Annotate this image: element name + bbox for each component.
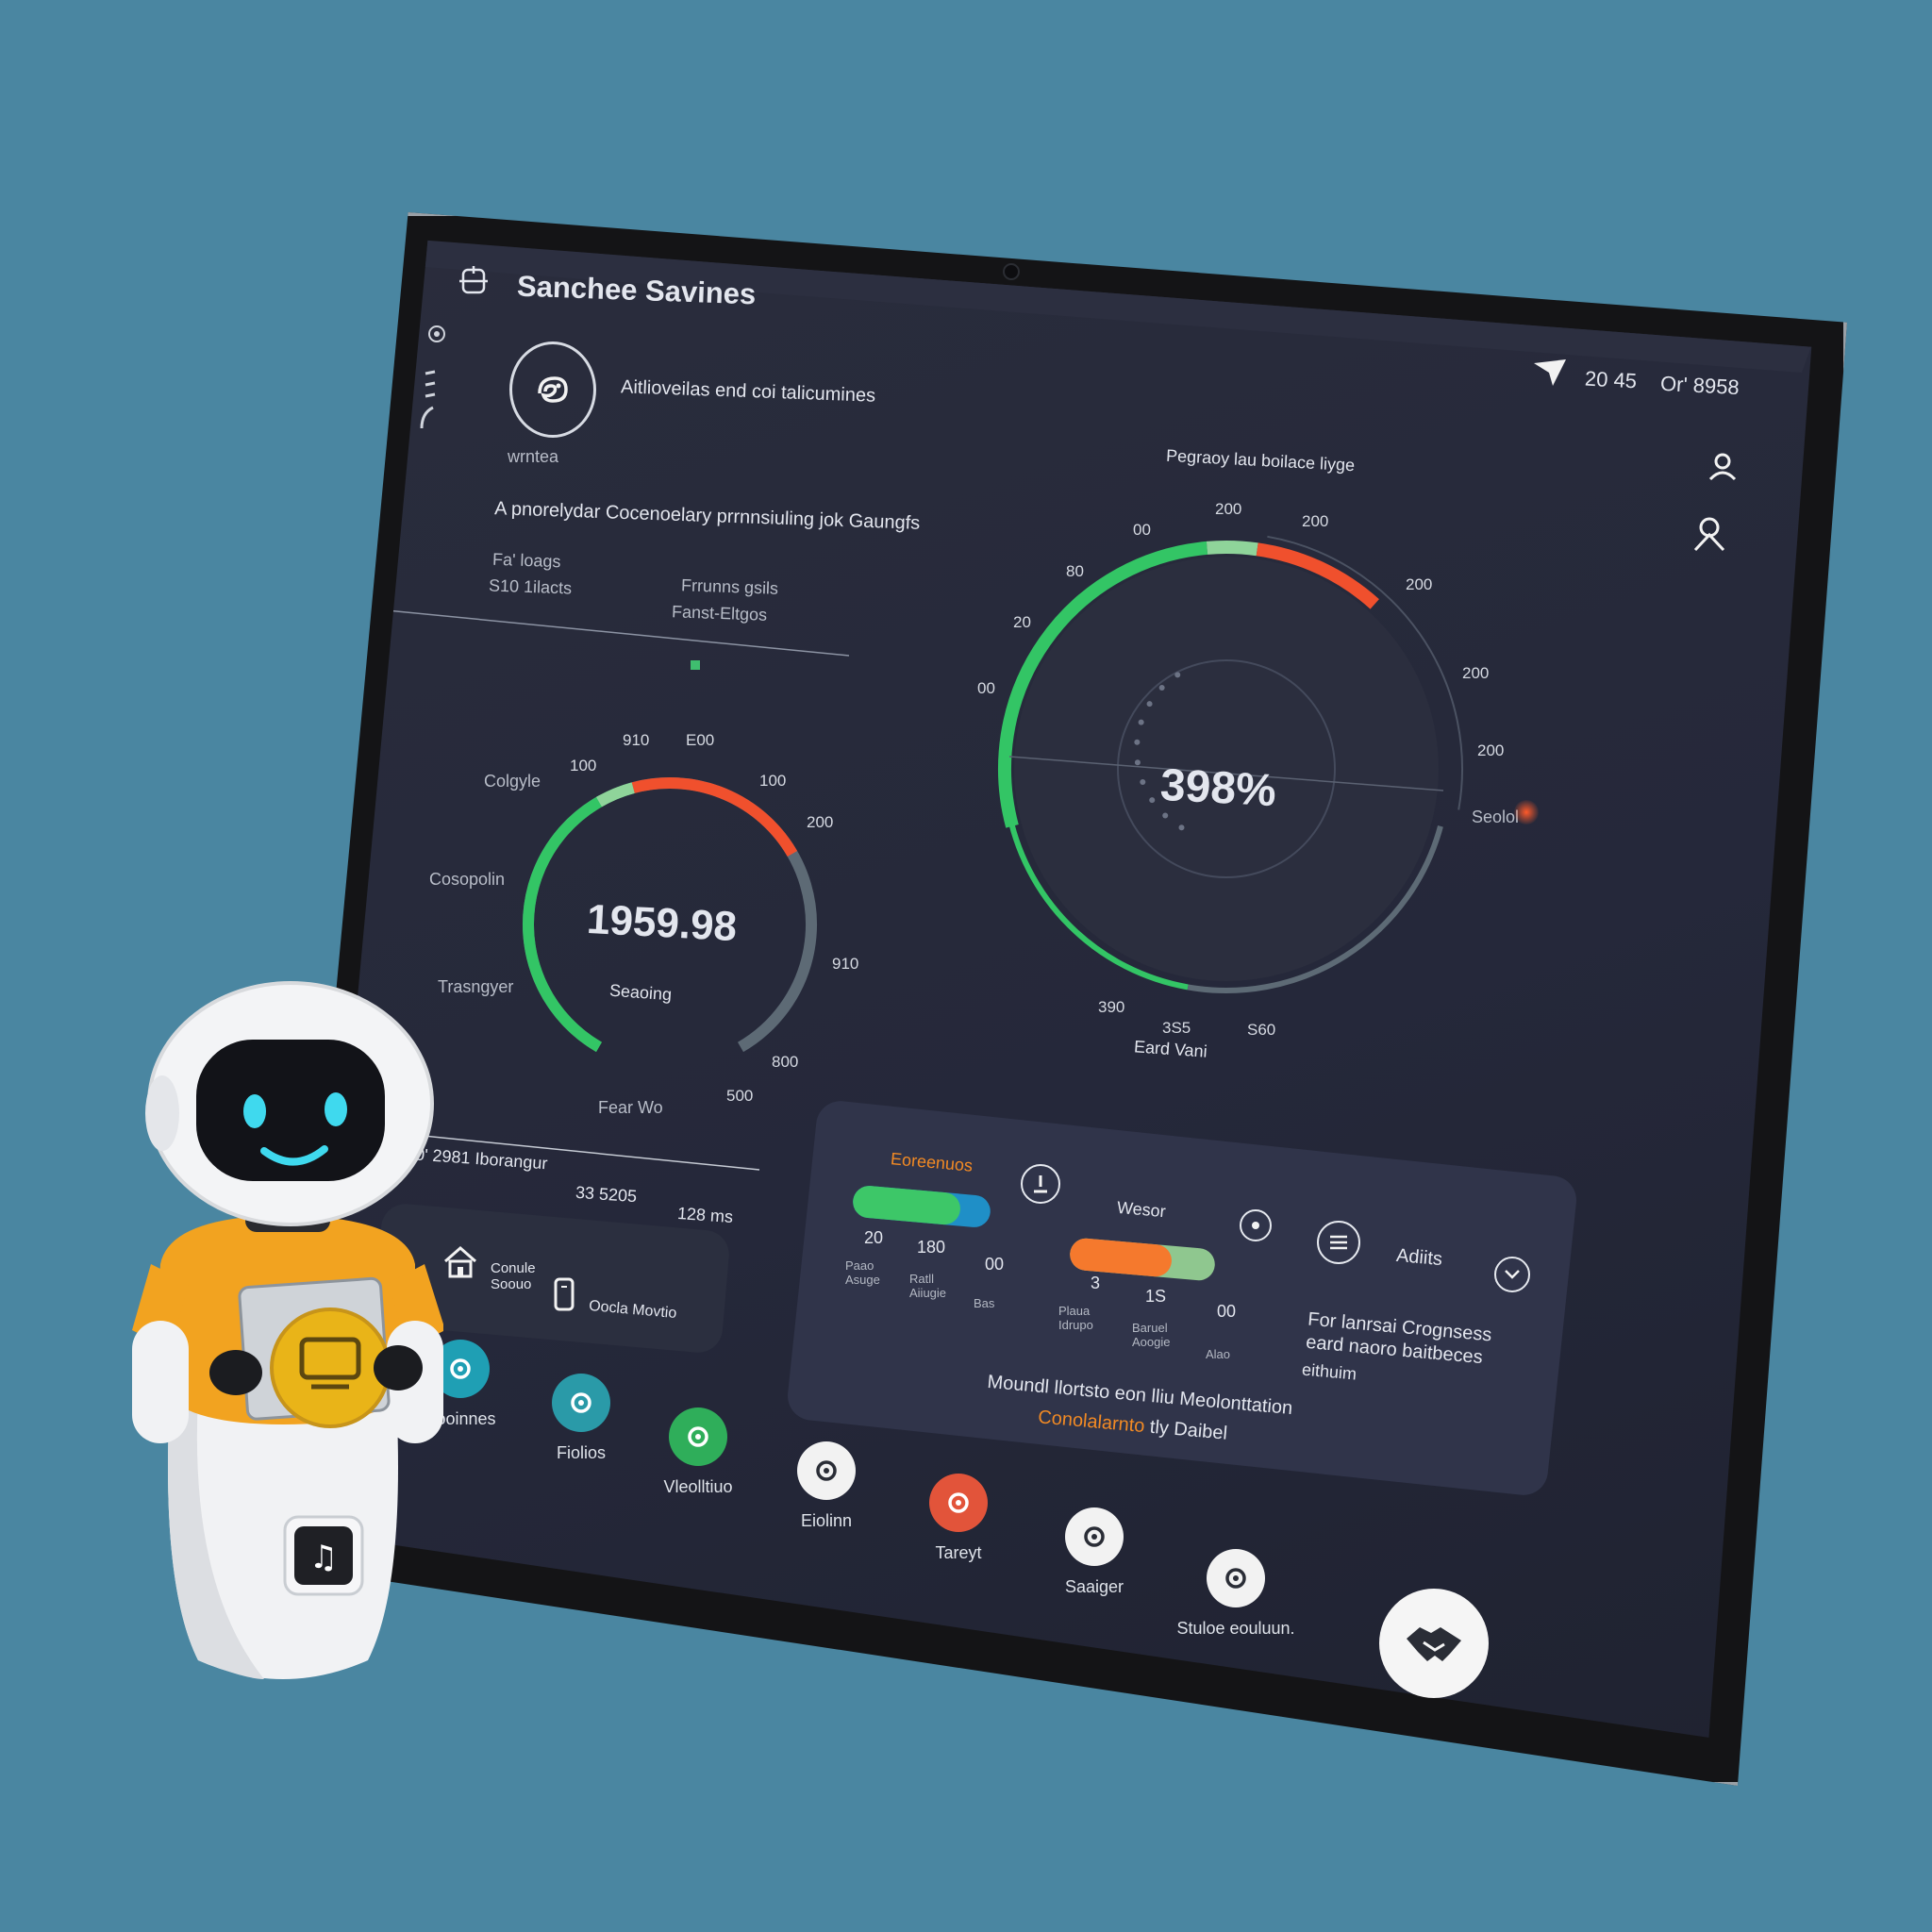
home-icon[interactable]: [441, 1243, 479, 1281]
progress-gauge-dot: [1134, 759, 1141, 766]
handshake-icon: [1407, 1627, 1461, 1661]
gauge-tick: 200: [1302, 512, 1329, 530]
gauge-tick: 910: [623, 731, 650, 749]
phone-icon[interactable]: [551, 1275, 577, 1313]
gauge-tick: 80: [1066, 562, 1084, 580]
gauge-axis-label: Fear Wo: [598, 1098, 663, 1117]
bar1-label: Bas: [974, 1296, 995, 1310]
avatar-label: wrntea: [508, 447, 559, 466]
gauge-axis-label: Trasngyer: [438, 977, 514, 996]
download-icon[interactable]: [1021, 1164, 1060, 1204]
status-indicator-dot: [691, 660, 700, 670]
bar2-number: 00: [1217, 1302, 1237, 1321]
summary-row2-right: Fanst-Eltgos: [671, 602, 768, 625]
progress-gauge-dot: [1162, 812, 1169, 819]
bar1-number: 20: [864, 1228, 884, 1247]
progress-gauge-light-segment: [1206, 541, 1258, 557]
gauge-tick: 200: [1215, 500, 1242, 518]
gauge-tick: 390: [1098, 998, 1125, 1016]
refresh-arrow-icon: [1207, 1549, 1265, 1607]
card-right-value: 128 ms: [676, 1203, 734, 1227]
chevron-down-icon[interactable]: [1494, 1257, 1530, 1292]
dock-item-7[interactable]: Stuloe eouluun.: [1141, 1549, 1330, 1639]
savings-gauge-sublabel: Seaoing: [608, 980, 673, 1005]
gauge-axis-label: Colgyle: [484, 772, 541, 791]
gauge-tick: 800: [772, 1053, 799, 1071]
progress-gauge-dot: [1174, 672, 1181, 678]
dock-item-label: Stuloe eouluun.: [1176, 1619, 1295, 1638]
progress-gauge-dot: [1140, 779, 1146, 786]
gear-icon: [1065, 1507, 1124, 1566]
gauge-axis-label: Cosopolin: [429, 870, 506, 889]
account-icon[interactable]: [1690, 515, 1728, 553]
gauge-tick: 200: [1406, 575, 1433, 593]
front-camera: [1003, 263, 1020, 280]
metrics-mid-title: Wesor: [1116, 1197, 1167, 1222]
robot-mascot: ♫: [132, 981, 445, 1698]
user-profile-icon[interactable]: [1706, 449, 1740, 483]
gauge-tick: 100: [759, 772, 787, 790]
handshake-button[interactable]: [1379, 1589, 1489, 1698]
savings-gauge-value: 1959.98: [585, 895, 739, 951]
info-icon[interactable]: [426, 324, 447, 344]
savings-gauge-light-segment: [596, 782, 635, 808]
progress-gauge-side-label: Seolol: [1472, 808, 1520, 826]
bar1-label: Ratll Aiiugie: [909, 1272, 947, 1300]
list-icon[interactable]: [1317, 1221, 1360, 1264]
gauge-tick: E00: [686, 731, 715, 749]
progress-gauge-dot: [1149, 797, 1156, 804]
bar2-label: Alao: [1206, 1347, 1231, 1361]
menu-icon[interactable]: [415, 368, 440, 434]
gauge-tick: 200: [1477, 741, 1505, 759]
alert-glow-indicator: [1514, 800, 1539, 824]
gauge-tick: 100: [570, 757, 597, 774]
target-icon: [552, 1374, 610, 1432]
status-time: 20 45: [1584, 366, 1638, 393]
card-mid-value: 33 5205: [575, 1182, 638, 1207]
bar1-number: 180: [917, 1238, 946, 1257]
progress-gauge-dot: [1146, 701, 1153, 708]
bird-logo-icon: [538, 376, 568, 403]
signal-icon: [1534, 358, 1566, 387]
spiral-icon: [669, 1407, 727, 1466]
bar1-number: 00: [985, 1255, 1005, 1274]
gauge-tick: S60: [1247, 1021, 1276, 1039]
status-date: Or' 8958: [1659, 371, 1740, 400]
profile-avatar[interactable]: [509, 341, 596, 438]
quick-item-1-label[interactable]: Conule Soouo: [491, 1260, 538, 1292]
progress-gauge-dot: [1158, 685, 1165, 691]
gauge-tick: 3S5: [1162, 1019, 1191, 1037]
progress-gauge-dot: [1178, 824, 1185, 831]
summary-row2-left: S10 1ilacts: [488, 575, 573, 598]
bar2-label: Plaua Idrupo: [1058, 1304, 1093, 1332]
settings-dot-icon[interactable]: [1240, 1209, 1272, 1241]
gauge-tick: 00: [977, 679, 995, 697]
gauge-tick: 200: [807, 813, 834, 831]
bar2-number: 1S: [1145, 1287, 1167, 1306]
svg-text:♫: ♫: [309, 1539, 338, 1576]
app-logo-icon: [458, 266, 490, 298]
gauge-tick: 910: [832, 955, 859, 973]
progress-gauge-dot: [1134, 739, 1141, 745]
progress-gauge-dot: [1138, 719, 1144, 725]
gauge-tick: 00: [1133, 521, 1151, 539]
metrics-right-title: Adiits: [1395, 1244, 1443, 1271]
savings-gauge-red-arc: [631, 777, 798, 858]
chat-bubble-icon: [929, 1474, 988, 1532]
printer-icon: [797, 1441, 856, 1500]
bar2-label: Baruel Aoogie: [1132, 1321, 1171, 1349]
gauge-tick: 200: [1462, 664, 1490, 682]
gauge-tick: 500: [726, 1087, 754, 1105]
gauge-tick: 20: [1013, 613, 1031, 631]
bar1-label: Paao Asuge: [845, 1258, 880, 1287]
progress-gauge-value: 398%: [1158, 759, 1278, 817]
summary-row1-right: Frrunns gsils: [680, 575, 779, 598]
summary-row1-left: Fa' loags: [491, 549, 561, 572]
bar2-number: 3: [1091, 1274, 1101, 1292]
